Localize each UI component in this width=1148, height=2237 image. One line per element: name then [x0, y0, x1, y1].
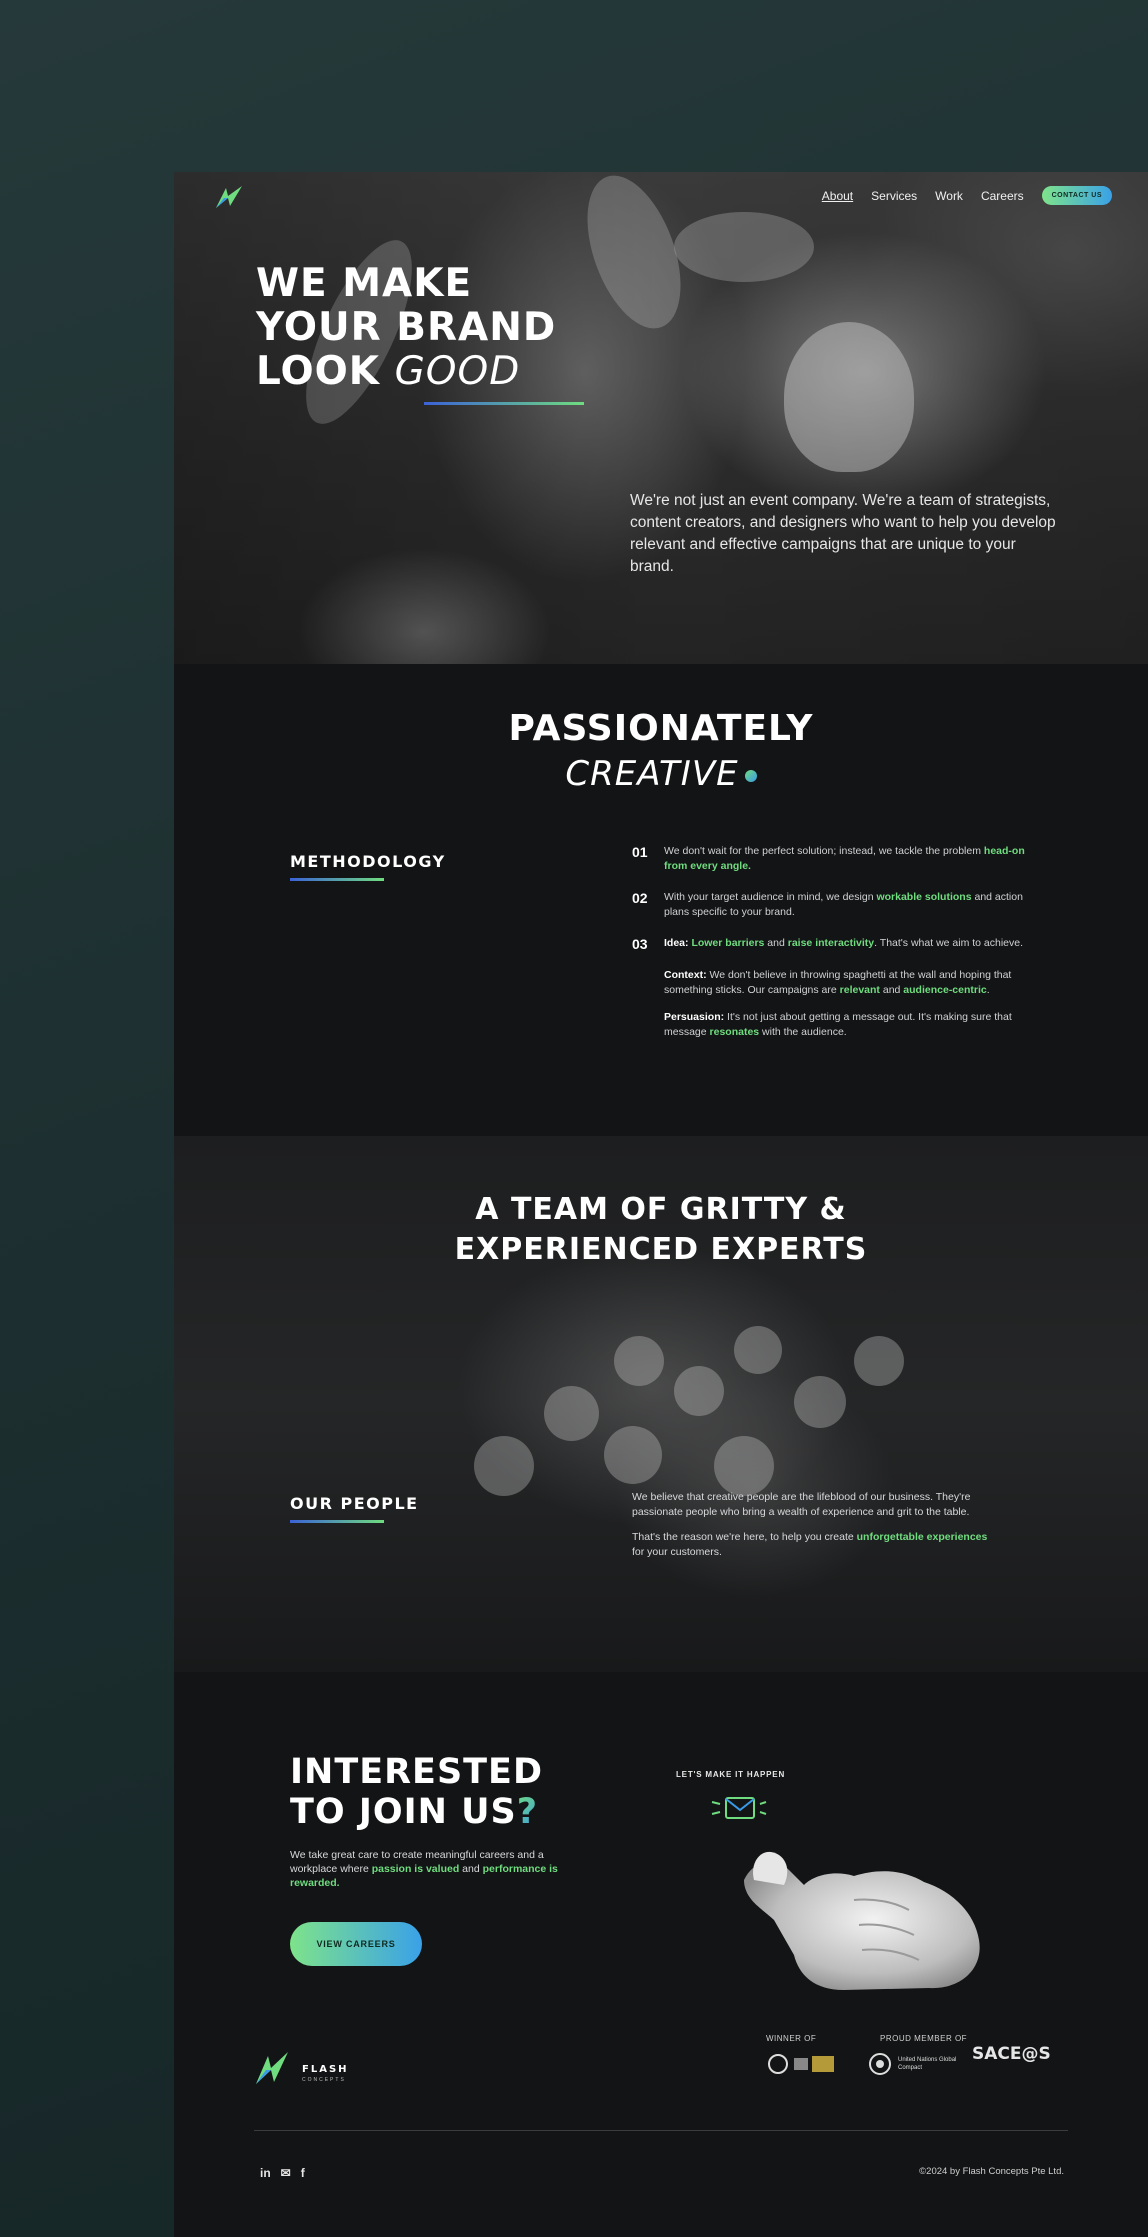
- footer-divider: [254, 2130, 1068, 2131]
- join-title-line1: INTERESTED: [290, 1752, 544, 1792]
- item-number: 01: [632, 844, 648, 860]
- view-careers-button[interactable]: VIEW CAREERS: [290, 1922, 422, 1966]
- main-nav: About Services Work Careers CONTACT US: [822, 186, 1112, 205]
- join-title-line2: TO JOIN US: [290, 1792, 517, 1832]
- person-figure: [544, 1386, 599, 1441]
- un-label: United Nations Global Compact: [898, 2057, 957, 2071]
- context-text: Context: We don't believe in throwing sp…: [664, 968, 1032, 998]
- item-text-part: With your target audience in mind, we de…: [664, 891, 877, 903]
- hero-title-line2: YOUR BRAND: [256, 305, 557, 350]
- website-frame: About Services Work Careers CONTACT US W…: [174, 172, 1148, 2237]
- item-text-part: We don't wait for the perfect solution; …: [664, 845, 984, 857]
- persuasion-part: with the audience.: [759, 1026, 847, 1038]
- un-globe-icon: [869, 2053, 891, 2075]
- linkedin-icon[interactable]: in: [260, 2166, 271, 2180]
- person-figure: [614, 1336, 664, 1386]
- people-paragraph: We believe that creative people are the …: [632, 1491, 971, 1518]
- people-highlight: unforgettable experiences: [856, 1531, 988, 1543]
- hero-title: WE MAKE YOUR BRAND LOOK GOOD: [256, 262, 556, 394]
- hand-sculpture-image: [744, 1851, 980, 1990]
- balloon-shape: [674, 212, 814, 282]
- methodology-item: 03 Idea: Lower barriers and raise intera…: [632, 936, 1032, 952]
- hero-description: We're not just an event company. We're a…: [630, 492, 1056, 575]
- our-people-underline: [290, 1520, 384, 1523]
- context-part: and: [879, 984, 904, 996]
- email-icon[interactable]: ✉: [281, 2166, 291, 2180]
- person-figure: [854, 1336, 904, 1386]
- un-global-compact-badge: United Nations Global Compact: [868, 2052, 958, 2076]
- nav-about[interactable]: About: [822, 189, 853, 203]
- item-number: 03: [632, 936, 648, 952]
- methodology-item: 02 With your target audience in mind, we…: [632, 890, 1032, 920]
- item-text: Idea: Lower barriers and raise interacti…: [664, 936, 1023, 952]
- team-title-line2: EXPERIENCED EXPERTS: [454, 1232, 868, 1267]
- item-text: With your target audience in mind, we de…: [664, 890, 1032, 920]
- join-description: We take great care to create meaningful …: [290, 1848, 560, 1890]
- balloon-shape: [569, 172, 699, 341]
- sace-logo: SACE@S: [972, 2044, 1051, 2064]
- item-highlight: raise interactivity: [787, 937, 875, 949]
- hero-underline: [424, 402, 584, 405]
- team-title-line1: A TEAM OF GRITTY &: [475, 1192, 847, 1227]
- footer-logo-word: FLASH: [302, 2064, 349, 2075]
- hero-title-line3: LOOK: [256, 349, 395, 394]
- methodology-underline: [290, 878, 384, 881]
- section-title: PASSIONATELY: [508, 708, 814, 749]
- child-figure: [784, 322, 914, 472]
- context-bold: Context:: [664, 969, 710, 981]
- question-mark: ?: [516, 1792, 539, 1832]
- item-bold: Idea:: [664, 937, 692, 949]
- person-figure: [674, 1366, 724, 1416]
- person-figure: [734, 1326, 782, 1374]
- person-figure: [474, 1436, 534, 1496]
- context-part: .: [986, 984, 990, 996]
- hero-title-line1: WE MAKE: [256, 261, 473, 306]
- member-label: PROUD MEMBER OF: [880, 2034, 968, 2043]
- persuasion-text: Persuasion: It's not just about getting …: [664, 1010, 1032, 1040]
- hero-photo: [174, 172, 1148, 664]
- contact-us-button[interactable]: CONTACT US: [1041, 186, 1112, 205]
- award-badge-icon: [768, 2054, 834, 2074]
- persuasion-bold: Persuasion:: [664, 1011, 728, 1023]
- people-part: for your customers.: [632, 1546, 722, 1558]
- people-paragraph: That's the reason we're here, to help yo…: [632, 1530, 992, 1560]
- person-figure: [604, 1426, 662, 1484]
- nav-services[interactable]: Services: [871, 189, 917, 203]
- section-subtitle-text: CREATIVE: [565, 754, 739, 794]
- item-text-part: . That's what we aim to achieve.: [874, 937, 1024, 949]
- item-highlight: Lower barriers: [691, 937, 765, 949]
- item-text-part: and: [764, 937, 788, 949]
- winner-label: WINNER OF: [766, 2034, 817, 2043]
- social-links: in ✉ f: [260, 2166, 305, 2180]
- person-figure: [794, 1376, 846, 1428]
- nav-careers[interactable]: Careers: [981, 189, 1024, 203]
- join-highlight: passion is valued: [371, 1863, 460, 1875]
- footer-logo-sub: CONCEPTS: [302, 2077, 346, 2083]
- section-subtitle: CREATIVE: [174, 754, 1148, 794]
- join-title: INTERESTED TO JOIN US?: [290, 1752, 543, 1832]
- item-text: We don't wait for the perfect solution; …: [664, 844, 1032, 874]
- cta-label: LET'S MAKE IT HAPPEN: [676, 1770, 786, 1779]
- methodology-label: METHODOLOGY: [290, 852, 446, 871]
- join-part: and: [459, 1863, 483, 1875]
- people-description: We believe that creative people are the …: [632, 1490, 992, 1570]
- methodology-item: 01 We don't wait for the perfect solutio…: [632, 844, 1032, 874]
- team-title: A TEAM OF GRITTY & EXPERIENCED EXPERTS: [174, 1190, 1148, 1270]
- item-highlight: workable solutions: [876, 891, 972, 903]
- accent-dot-icon: [744, 769, 757, 782]
- facebook-icon[interactable]: f: [301, 2166, 305, 2180]
- context-highlight: audience-centric: [903, 984, 987, 996]
- people-part: That's the reason we're here, to help yo…: [632, 1531, 857, 1543]
- hero-title-emphasis: GOOD: [394, 349, 521, 394]
- our-people-label: OUR PEOPLE: [290, 1494, 419, 1513]
- copyright-text: ©2024 by Flash Concepts Pte Ltd.: [919, 2166, 1064, 2177]
- item-number: 02: [632, 890, 648, 906]
- context-highlight: relevant: [839, 984, 880, 996]
- flash-logo-icon[interactable]: [212, 184, 246, 210]
- person-figure: [714, 1436, 774, 1496]
- mail-icon[interactable]: [704, 1788, 774, 1828]
- persuasion-highlight: resonates: [709, 1026, 760, 1038]
- methodology-list: 01 We don't wait for the perfect solutio…: [632, 844, 1032, 1052]
- nav-work[interactable]: Work: [935, 189, 963, 203]
